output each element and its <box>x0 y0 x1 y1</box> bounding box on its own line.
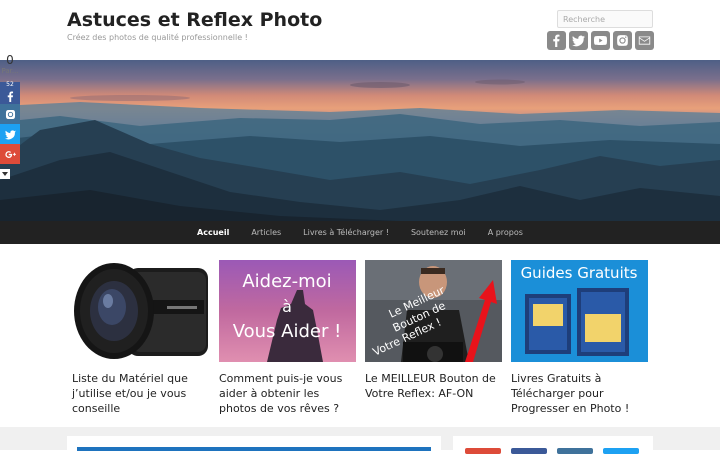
twitter-icon[interactable] <box>569 31 588 50</box>
thumbnail-text-1: Aidez-moi <box>242 271 331 292</box>
more-icon <box>2 172 8 176</box>
sidebar-button[interactable] <box>465 448 501 454</box>
af-on-button-image[interactable]: Le Meilleur Bouton de Votre Reflex ! <box>365 260 502 362</box>
site-title[interactable]: Astuces et Reflex Photo <box>67 9 322 31</box>
nav-item-a-propos[interactable]: A propos <box>477 228 534 237</box>
share-twitter-button[interactable] <box>0 124 20 144</box>
sidebar-button[interactable] <box>603 448 639 454</box>
featured-post-title[interactable]: Comment puis-je vous aider à obtenir les… <box>219 371 356 416</box>
thumbnail-text-1: Guides Gratuits <box>521 264 638 282</box>
floating-share-bar: 0 Par... 52 <box>0 54 20 179</box>
nav-item-soutenez[interactable]: Soutenez moi <box>400 228 477 237</box>
thumbnail-text-3: Vous Aider ! <box>233 321 342 342</box>
instagram-icon[interactable] <box>613 31 632 50</box>
sidebar-button[interactable] <box>511 448 547 454</box>
featured-post-card[interactable]: Liste du Matériel que j’utilise et/ou je… <box>72 260 209 416</box>
sidebar-button[interactable] <box>557 448 593 454</box>
sidebar-widget <box>453 436 653 456</box>
google-plus-icon <box>4 150 16 158</box>
share-google-plus-button[interactable] <box>0 144 20 164</box>
facebook-share-count: 52 <box>6 81 14 88</box>
share-count-label: Par... <box>1 67 19 75</box>
featured-post-card[interactable]: Guides Gratuits Livres Gratuits à Téléch… <box>511 260 648 416</box>
lens-image[interactable] <box>72 260 209 362</box>
instagram-icon <box>5 109 15 119</box>
featured-post-card[interactable]: Aidez-moi à Vous Aider ! Comment puis-je… <box>219 260 356 416</box>
share-facebook-button[interactable]: 52 <box>0 81 20 104</box>
featured-post-card[interactable]: Le Meilleur Bouton de Votre Reflex ! Le … <box>365 260 502 401</box>
header-banner-image <box>0 60 720 221</box>
content-area <box>0 427 720 456</box>
site-tagline: Créez des photos de qualité professionne… <box>67 33 248 42</box>
twitter-icon <box>4 129 16 139</box>
email-icon[interactable] <box>635 31 654 50</box>
aidez-moi-image[interactable]: Aidez-moi à Vous Aider ! <box>219 260 356 362</box>
featured-post-title[interactable]: Le MEILLEUR Bouton de Votre Reflex: AF-O… <box>365 371 502 401</box>
content-header-bar <box>77 447 431 451</box>
search-input[interactable] <box>557 10 653 28</box>
youtube-icon[interactable] <box>591 31 610 50</box>
facebook-icon[interactable] <box>547 31 566 50</box>
featured-post-title[interactable]: Livres Gratuits à Télécharger pour Progr… <box>511 371 648 416</box>
share-count-number: 0 <box>6 53 14 67</box>
featured-posts: Liste du Matériel que j’utilise et/ou je… <box>72 260 648 425</box>
thumbnail-text-2: à <box>282 297 292 316</box>
nav-item-articles[interactable]: Articles <box>240 228 292 237</box>
header-social-icons <box>547 31 654 50</box>
nav-item-livres[interactable]: Livres à Télécharger ! <box>292 228 400 237</box>
facebook-icon <box>7 90 13 102</box>
featured-post-title[interactable]: Liste du Matériel que j’utilise et/ou je… <box>72 371 209 416</box>
site-header: Astuces et Reflex Photo Créez des photos… <box>0 0 720 60</box>
nav-item-accueil[interactable]: Accueil <box>186 228 240 237</box>
share-count: 0 Par... <box>0 54 20 82</box>
main-navigation: Accueil Articles Livres à Télécharger ! … <box>0 221 720 244</box>
share-more-button[interactable] <box>0 169 10 179</box>
share-instagram-button[interactable] <box>0 104 20 124</box>
guides-gratuits-image[interactable]: Guides Gratuits <box>511 260 648 362</box>
main-content-box <box>67 436 441 456</box>
